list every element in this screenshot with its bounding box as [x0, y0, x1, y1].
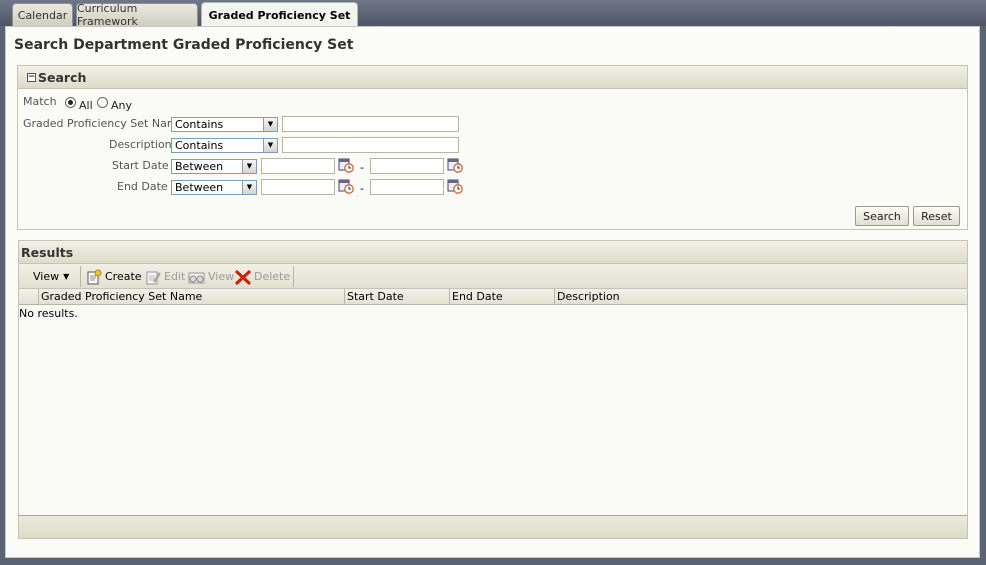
tab-calendar[interactable]: Calendar [12, 3, 73, 26]
calendar-icon[interactable] [447, 157, 463, 173]
match-any-radio[interactable] [97, 97, 108, 108]
name-operator-value: Contains [175, 118, 224, 131]
view-menu-label: View [33, 270, 60, 283]
delete-label: Delete [254, 270, 291, 283]
create-icon [87, 269, 102, 284]
name-operator-select[interactable]: Contains ▼ [171, 117, 278, 132]
match-all-radio[interactable] [65, 97, 76, 108]
end-date-from-input[interactable] [261, 179, 335, 195]
column-header-name[interactable]: Graded Proficiency Set Name [39, 289, 345, 305]
search-panel: − Search Match All Any Graded Proficienc… [17, 65, 968, 230]
calendar-icon[interactable] [338, 178, 354, 194]
start-date-to-input[interactable] [370, 158, 444, 174]
results-panel: Results View ▼ Create Edit View Delete G… [18, 240, 968, 539]
description-operator-select[interactable]: Contains ▼ [171, 138, 278, 153]
results-panel-title: Results [21, 244, 74, 260]
chevron-down-icon: ▼ [242, 160, 256, 173]
calendar-icon[interactable] [447, 178, 463, 194]
chevron-down-icon: ▼ [63, 272, 70, 281]
search-panel-header: − Search [18, 66, 967, 89]
description-operator-value: Contains [175, 139, 224, 152]
collapse-icon[interactable]: − [27, 72, 36, 82]
date-range-separator: - [360, 161, 364, 174]
delete-x-icon [235, 269, 251, 285]
toolbar-divider [80, 266, 81, 287]
name-label: Graded Proficiency Set Name [23, 117, 185, 130]
create-button[interactable]: Create [87, 268, 142, 285]
edit-icon [146, 271, 161, 284]
date-range-separator: - [360, 182, 364, 195]
view-menu[interactable]: View ▼ [33, 268, 69, 285]
search-button[interactable]: Search [855, 206, 909, 226]
page-title: Search Department Graded Proficiency Set [14, 37, 354, 53]
results-footer [19, 515, 967, 538]
end-date-label: End Date [117, 180, 168, 193]
start-date-operator-select[interactable]: Between ▼ [171, 159, 257, 174]
description-input[interactable] [282, 137, 459, 153]
chevron-down-icon: ▼ [263, 139, 277, 152]
tab-curriculum-framework[interactable]: Curriculum Framework [76, 2, 198, 28]
chevron-down-icon: ▼ [242, 181, 256, 194]
row-selector-header [19, 289, 39, 305]
search-panel-title: Search [38, 69, 87, 85]
start-date-from-input[interactable] [261, 158, 335, 174]
description-label: Description [109, 138, 172, 151]
view-label: View [208, 270, 235, 283]
tab-strip: Calendar Curriculum Framework Graded Pro… [0, 0, 986, 28]
results-panel-header: Results [19, 241, 967, 264]
tab-label: Curriculum Framework [77, 2, 138, 28]
start-date-label: Start Date [112, 159, 169, 172]
delete-button[interactable]: Delete [235, 268, 290, 285]
empty-results-text: No results. [19, 307, 78, 320]
tab-label: Calendar [17, 8, 68, 22]
view-button[interactable]: View [188, 268, 234, 285]
page-content: Search Department Graded Proficiency Set… [5, 26, 980, 558]
toolbar-divider [293, 266, 294, 287]
end-date-to-input[interactable] [370, 179, 444, 195]
tab-graded-proficiency-set[interactable]: Graded Proficiency Set [201, 2, 358, 27]
results-toolbar: View ▼ Create Edit View Delete [19, 264, 967, 289]
chevron-down-icon: ▼ [263, 118, 277, 131]
binoculars-icon [188, 272, 205, 283]
column-header-start-date[interactable]: Start Date [345, 289, 450, 305]
start-date-operator-value: Between [175, 160, 224, 173]
match-any-label: Any [111, 99, 133, 112]
end-date-operator-select[interactable]: Between ▼ [171, 180, 257, 195]
edit-label: Edit [164, 270, 186, 283]
tab-label: Graded Proficiency Set [208, 8, 351, 22]
calendar-icon[interactable] [338, 157, 354, 173]
edit-button[interactable]: Edit [146, 268, 185, 285]
end-date-operator-value: Between [175, 181, 224, 194]
name-input[interactable] [282, 116, 459, 132]
column-header-description[interactable]: Description [555, 289, 967, 305]
create-label: Create [105, 270, 142, 283]
reset-button[interactable]: Reset [913, 206, 960, 226]
match-all-label: All [79, 99, 93, 112]
column-header-end-date[interactable]: End Date [450, 289, 555, 305]
match-label: Match [23, 95, 57, 108]
